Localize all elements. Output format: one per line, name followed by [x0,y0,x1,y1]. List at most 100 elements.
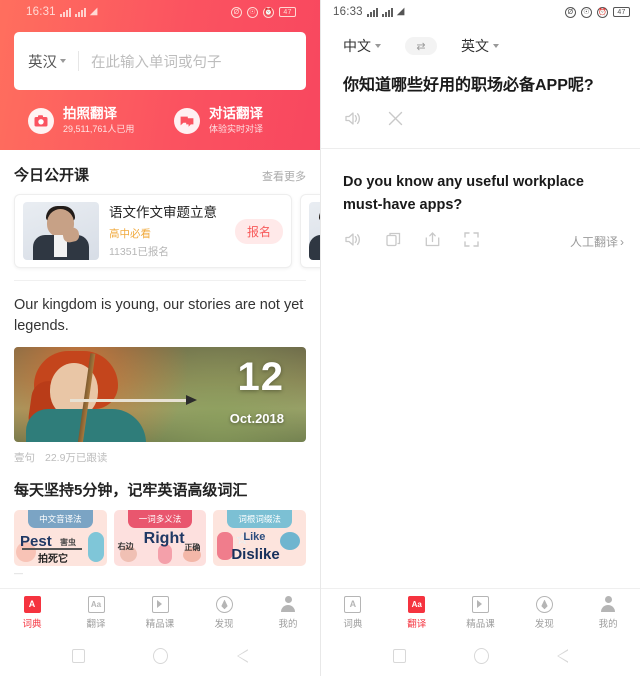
battery-icon-right: 47 [613,7,630,17]
copy-icon[interactable] [386,232,401,251]
tab-dictionary[interactable]: A 词典 [0,595,64,630]
quick-action-conversation-title: 对话翻译 [209,106,263,121]
back-triangle-icon-right[interactable] [557,649,568,663]
close-icon[interactable] [388,111,403,130]
result-text[interactable]: Do you know any useful workplace must-ha… [321,149,640,216]
tab-profile-right[interactable]: 我的 [576,595,640,630]
quick-action-photo-text: 拍照翻译 29,511,761人已用 [63,106,134,136]
status-left-group: 16:31 ◢ [26,6,98,18]
vocab-card-3-body: ☆ Like Dislike [213,528,306,564]
tab-profile[interactable]: 我的 [256,595,320,630]
status-right-group-right: Ø ☉ ⏰ 47 [565,6,630,18]
target-language-label: 英文 [461,38,489,54]
tab-dictionary-right[interactable]: A 词典 [321,595,385,630]
dual-screenshot: 16:31 ◢ Ø ☉ ⏰ 47 英汉 在此输入单词或句子 拍照翻译 29,51… [0,0,640,676]
course-section-header: 今日公开课 查看更多 [0,150,320,194]
vocab-row-clipped-text: — [14,568,23,579]
tab-discover-right[interactable]: 发现 [512,595,576,630]
course-card-next-peek[interactable] [300,194,320,269]
chevron-right-icon: › [620,234,624,249]
course-section-more-link[interactable]: 查看更多 [262,168,306,184]
lock-icon-right: ☉ [581,6,592,18]
search-box[interactable]: 英汉 在此输入单词或句子 [14,32,306,90]
language-pair-selector[interactable]: 英汉 [28,51,66,72]
source-language-label: 中文 [343,38,371,54]
vocab-card-2-tag: 一词多义法 [127,510,193,529]
status-bar-left: 16:31 ◢ Ø ☉ ⏰ 47 [14,0,306,24]
course-carousel[interactable]: 语文作文审题立意 高中必看 11351已报名 报名 [0,194,320,269]
recents-square-icon-right[interactable] [393,649,406,663]
quick-actions: 拍照翻译 29,511,761人已用 对话翻译 体验实时对译 [14,106,306,136]
back-triangle-icon[interactable] [236,649,248,663]
tab-discover-label-right: 发现 [534,618,554,630]
vocab-card-2[interactable]: 一词多义法 Right 右边 正确 [113,510,207,567]
quick-action-photo-subtitle: 29,511,761人已用 [63,123,135,134]
user-icon-right [600,595,617,613]
aa-icon-right: Aa [408,595,426,613]
search-input[interactable]: 在此输入单词或句子 [91,51,222,72]
play-icon-right [471,595,489,613]
language-pair-label: 英汉 [28,54,57,71]
tab-discover[interactable]: 发现 [192,595,256,630]
quick-action-conversation-subtitle: 体验实时对译 [209,123,264,134]
vocab-card-3-word: Like [243,531,266,544]
course-title: 语文作文审题立意 [109,204,217,220]
chevron-down-icon [60,59,66,63]
tab-courses-label: 精品课 [145,618,175,630]
vocab-card-3-art-2 [280,532,301,551]
tab-profile-label-right: 我的 [598,618,618,630]
vocab-section-header: 每天坚持5分钟，记牢英语高级词汇 [0,465,320,502]
chat-icon [174,108,200,135]
manual-translation-link[interactable]: 人工翻译 › [570,233,624,250]
quick-action-conversation-translate[interactable]: 对话翻译 体验实时对译 [160,106,306,136]
tab-translate-right[interactable]: Aa 翻译 [385,595,449,630]
vocab-card-1-zh1: 害虫 [60,538,76,548]
home-circle-icon-right[interactable] [474,648,489,664]
tab-courses[interactable]: 精品课 [128,595,192,630]
swap-icon[interactable]: ⇄ [405,37,437,55]
recents-square-icon[interactable] [72,649,86,663]
speaker-icon-result[interactable] [345,232,362,251]
target-language-selector[interactable]: 英文 [461,36,499,56]
alarm-icon: ⏰ [263,6,274,18]
dictionary-home-screen: 16:31 ◢ Ø ☉ ⏰ 47 英汉 在此输入单词或句子 拍照翻译 29,51… [0,0,320,676]
course-card[interactable]: 语文作文审题立意 高中必看 11351已报名 报名 [14,194,292,269]
translate-result-screen: 16:33 ◢ Ø ☉ ⏰ 47 中文 ⇄ 英文 你知道哪些好用的职场必备APP… [320,0,640,676]
course-info: 语文作文审题立意 高中必看 11351已报名 [109,204,225,259]
vocab-card-1-body: Pest 害虫 拍死它 [14,528,107,566]
daily-quote-image[interactable]: 12 Oct.2018 [14,347,306,443]
source-action-row [321,97,640,130]
course-enroll-button[interactable]: 报名 [234,218,283,244]
vocab-card-1-tag: 中文音译法 [28,510,93,529]
vocab-card-2-word: Right [143,530,185,548]
dnd-icon: Ø [231,6,242,18]
source-language-selector[interactable]: 中文 [343,36,381,56]
vocab-card-1[interactable]: 中文音译法 Pest 害虫 拍死它 [14,510,107,567]
vocab-card-2-zh1: 右边 [117,542,134,552]
book-icon: A [23,595,41,613]
home-circle-icon[interactable] [153,648,169,664]
alarm-icon-right: ⏰ [597,6,608,18]
tab-courses-right[interactable]: 精品课 [449,595,513,630]
vocab-card-3[interactable]: 词根词缀法 ☆ Like Dislike [213,510,307,567]
user-icon [280,595,297,613]
play-icon [151,595,169,613]
source-text[interactable]: 你知道哪些好用的职场必备APP呢? [321,62,640,97]
share-icon[interactable] [425,232,440,251]
bottom-tabbar-left: A 词典 Aa 翻译 精品课 发现 我的 [0,588,320,636]
fullscreen-icon[interactable] [464,232,479,251]
speaker-icon-source[interactable] [345,111,362,130]
left-header: 16:31 ◢ Ø ☉ ⏰ 47 英汉 在此输入单词或句子 拍照翻译 29,51… [0,0,320,151]
tab-translate[interactable]: Aa 翻译 [64,595,128,630]
quick-action-photo-translate[interactable]: 拍照翻译 29,511,761人已用 [14,106,160,136]
aa-icon: Aa [87,595,105,613]
status-time: 16:31 [26,6,56,18]
search-divider [78,51,79,71]
quote-day: 12 [237,355,284,400]
tab-translate-label-right: 翻译 [407,618,427,630]
vocab-section-title: 每天坚持5分钟，记牢英语高级词汇 [14,482,248,500]
tab-translate-label: 翻译 [86,618,106,630]
vocab-card-1-zh2: 拍死它 [38,554,68,566]
compass-icon [215,595,233,613]
course-enrolled-count: 11351已报名 [109,245,169,258]
